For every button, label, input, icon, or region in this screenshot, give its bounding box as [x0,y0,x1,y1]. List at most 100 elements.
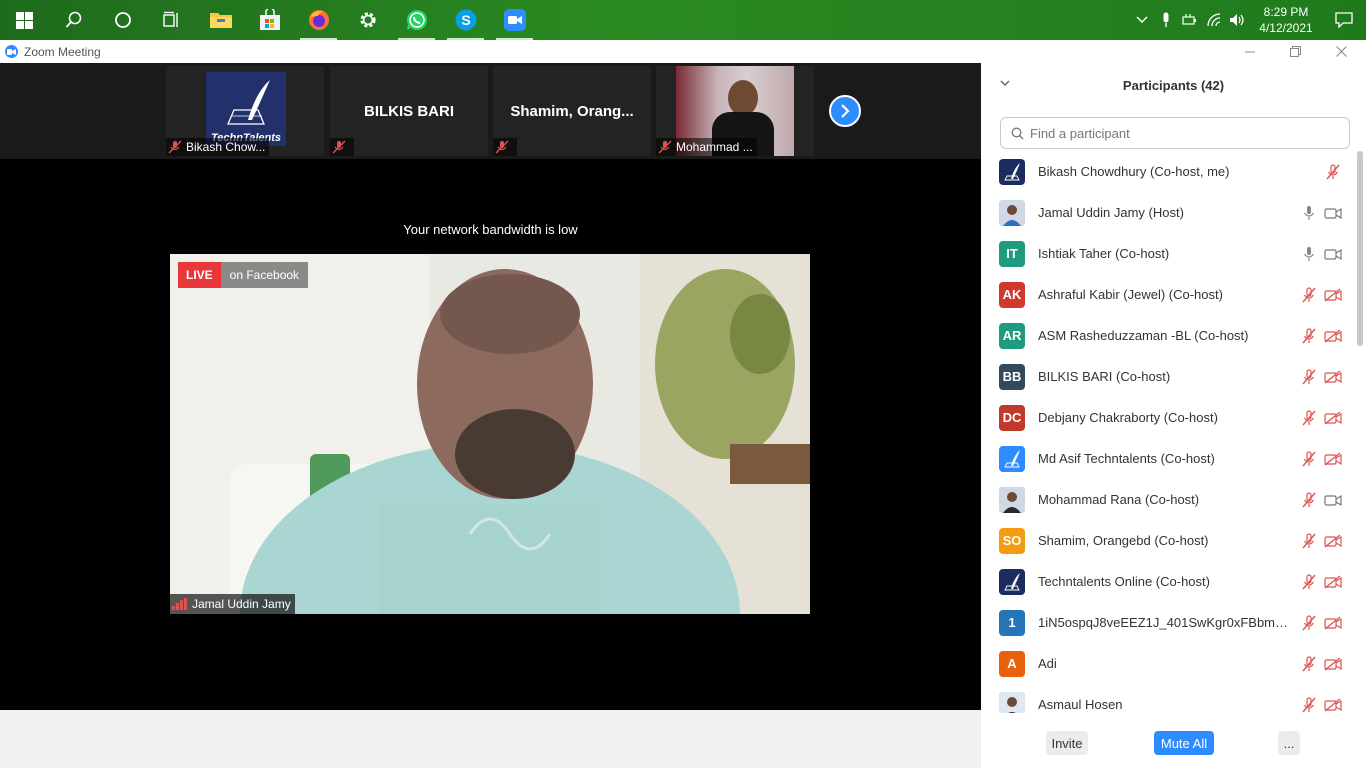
volume-icon[interactable] [1226,0,1250,40]
participant-row[interactable]: Techntalents Online (Co-host) [981,561,1353,602]
participant-name: Jamal Uddin Jamy (Host) [1038,205,1184,220]
participant-row[interactable]: Asmaul Hosen [981,684,1353,713]
participant-name: Mohammad Rana (Co-host) [1038,492,1200,507]
mic-muted-icon [168,140,182,154]
participant-row[interactable]: 1 1iN5ospqJ8veEEZ1J_401SwKgr0xFBbmRyb... [981,602,1353,643]
camera-icon[interactable] [1324,246,1342,262]
window-titlebar: Zoom Meeting [0,40,1366,63]
mic-muted-icon[interactable] [1300,328,1318,344]
firefox-icon[interactable] [294,0,343,40]
video-tile[interactable]: TechnTalents Bikash Chow... [166,66,324,156]
mic-muted-icon[interactable] [1300,410,1318,426]
mic-muted-icon[interactable] [1324,164,1342,180]
techntalents-logo: TechnTalents [206,72,286,146]
camera-off-icon[interactable] [1324,533,1342,549]
participant-search-input[interactable]: Find a participant [1000,117,1350,149]
search-icon[interactable] [49,0,98,40]
whatsapp-icon[interactable] [392,0,441,40]
settings-gear-icon[interactable] [343,0,392,40]
participant-row[interactable]: IT Ishtiak Taher (Co-host) [981,233,1353,274]
microsoft-store-icon[interactable] [245,0,294,40]
camera-off-icon[interactable] [1324,410,1342,426]
mic-muted-icon[interactable] [1300,615,1318,631]
avatar [999,158,1025,185]
mic-muted-icon[interactable] [1300,533,1318,549]
participant-row[interactable]: SO Shamim, Orangebd (Co-host) [981,520,1353,561]
participant-row[interactable]: Jamal Uddin Jamy (Host) [981,192,1353,233]
zoom-taskbar-icon[interactable] [490,0,539,40]
clock-time: 8:29 PM [1263,5,1309,19]
participant-row[interactable]: Md Asif Techntalents (Co-host) [981,438,1353,479]
search-placeholder: Find a participant [1030,125,1130,141]
participant-list: Bikash Chowdhury (Co-host, me) Jamal Uddi… [981,151,1353,713]
scrollbar[interactable] [1357,151,1363,346]
chevron-up-icon[interactable] [1130,0,1154,40]
speaker-name-label: Jamal Uddin Jamy [170,594,295,614]
participant-row[interactable]: DC Debjany Chakraborty (Co-host) [981,397,1353,438]
mic-muted-icon[interactable] [1300,574,1318,590]
participant-name: Techntalents Online (Co-host) [1038,574,1210,589]
participant-row[interactable]: AR ASM Rasheduzzaman -BL (Co-host) [981,315,1353,356]
next-page-button[interactable] [829,95,861,127]
wifi-icon[interactable] [1202,0,1226,40]
mute-all-button[interactable]: Mute All [1154,731,1214,755]
mic-muted-icon[interactable] [1300,451,1318,467]
battery-plug-icon[interactable] [1178,0,1202,40]
mic-muted-icon[interactable] [1300,287,1318,303]
restore-button[interactable] [1272,40,1318,63]
tile-name-label: Mohammad ... [656,138,757,156]
invite-button[interactable]: Invite [1046,731,1088,755]
thumbnail-strip: TechnTalents Bikash Chow... BILKIS BARI … [0,63,981,159]
cortana-icon[interactable] [98,0,147,40]
participant-row[interactable]: AK Ashraful Kabir (Jewel) (Co-host) [981,274,1353,315]
participant-name: Shamim, Orangebd (Co-host) [1038,533,1209,548]
skype-icon[interactable]: S [441,0,490,40]
participant-name: Debjany Chakraborty (Co-host) [1038,410,1218,425]
windows-start-icon[interactable] [0,0,49,40]
mic-icon[interactable] [1300,205,1318,221]
taskbar: S 8:29 PM 4/12/2021 [0,0,1366,40]
participants-panel: Participants (42) Find a participant Bik… [981,63,1366,768]
participant-row[interactable]: A Adi [981,643,1353,684]
camera-off-icon[interactable] [1324,451,1342,467]
camera-icon[interactable] [1324,205,1342,221]
file-explorer-icon[interactable] [196,0,245,40]
taskbar-clock[interactable]: 8:29 PM 4/12/2021 [1250,4,1322,36]
camera-off-icon[interactable] [1324,697,1342,713]
minimize-button[interactable] [1227,40,1273,63]
mic-muted-icon[interactable] [1300,656,1318,672]
mic-muted-icon[interactable] [1300,492,1318,508]
participant-row[interactable]: BB BILKIS BARI (Co-host) [981,356,1353,397]
live-platform: on Facebook [220,262,309,288]
mic-muted-icon [495,140,509,154]
video-tile[interactable]: Shamim, Orang... [493,66,651,156]
more-options-button[interactable]: ... [1278,731,1300,755]
tile-name-label [493,138,517,156]
live-badge[interactable]: LIVE on Facebook [178,262,309,288]
camera-off-icon[interactable] [1324,615,1342,631]
active-speaker-video[interactable]: LIVE on Facebook Jamal Uddin Jamy [170,254,810,614]
close-button[interactable] [1318,40,1364,63]
microphone-icon[interactable] [1154,0,1178,40]
participant-row[interactable]: Bikash Chowdhury (Co-host, me) [981,151,1353,192]
camera-off-icon[interactable] [1324,328,1342,344]
mic-muted-icon[interactable] [1300,369,1318,385]
notification-center-icon[interactable] [1322,0,1366,40]
video-tile[interactable]: BILKIS BARI [330,66,488,156]
avatar: AR [999,322,1025,349]
meeting-area: TechnTalents Bikash Chow... BILKIS BARI … [0,63,981,710]
camera-off-icon[interactable] [1324,369,1342,385]
participant-row[interactable]: Mohammad Rana (Co-host) [981,479,1353,520]
camera-off-icon[interactable] [1324,287,1342,303]
task-view-icon[interactable] [147,0,196,40]
video-tile[interactable]: Mohammad ... [656,66,814,156]
mic-icon[interactable] [1300,246,1318,262]
mic-muted-icon[interactable] [1300,697,1318,713]
participant-name: Adi [1038,656,1057,671]
camera-off-icon[interactable] [1324,574,1342,590]
participant-name: ASM Rasheduzzaman -BL (Co-host) [1038,328,1249,343]
participant-name: BILKIS BARI (Co-host) [1038,369,1171,384]
camera-icon[interactable] [1324,492,1342,508]
camera-off-icon[interactable] [1324,656,1342,672]
avatar [999,199,1025,226]
